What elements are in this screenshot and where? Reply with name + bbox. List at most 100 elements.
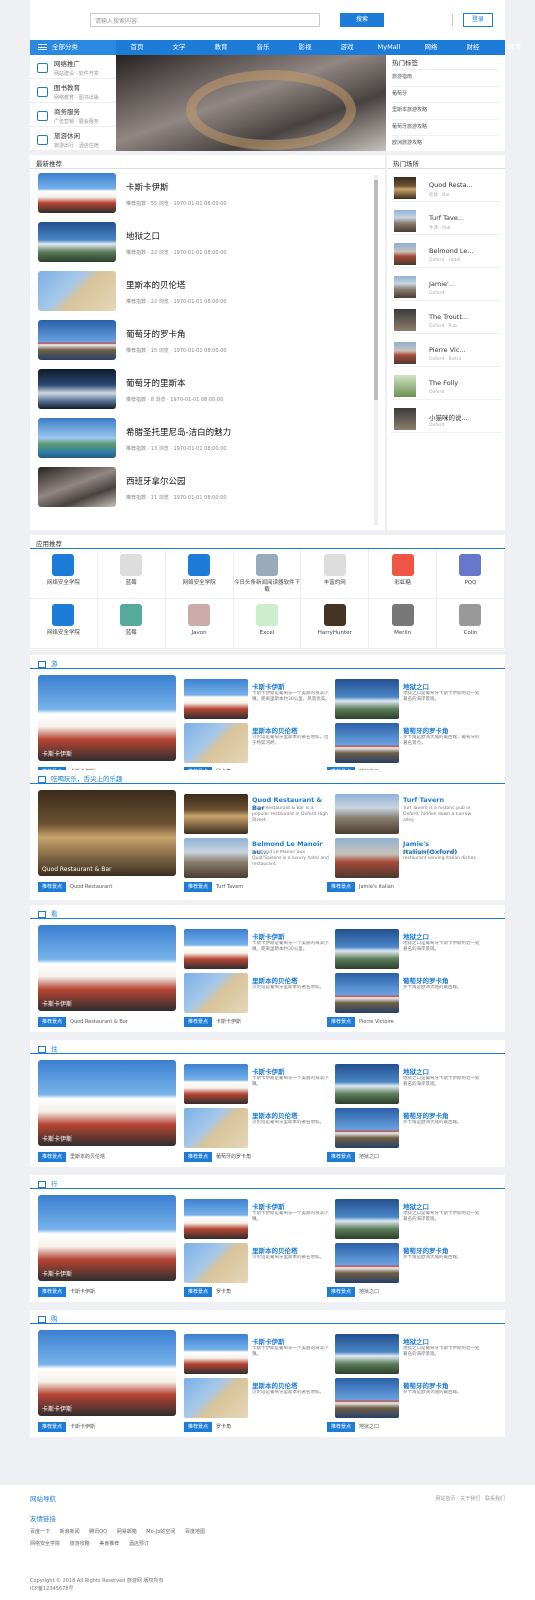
block-card[interactable]: 葡萄牙的罗卡角 罗卡角是欧洲大陆的最西端。 <box>335 1108 481 1148</box>
block-card[interactable]: 里斯本的贝伦塔 贝伦塔是葡萄牙里斯本的著名地标。 <box>184 1243 330 1283</box>
card-thumbnail[interactable] <box>335 838 399 878</box>
place-item[interactable]: Pierre Vic... Oxford · Bistro <box>391 334 501 367</box>
block-tag[interactable]: 推荐景点地狱之口 <box>327 1152 379 1162</box>
card-thumbnail[interactable] <box>184 723 248 763</box>
block-card[interactable]: 地狱之口 地狱之口是葡萄牙卡斯卡伊斯附近一处著名的海岸景观。 <box>335 1334 481 1374</box>
block-tag[interactable]: 推荐景点 Quod Restaurant <box>38 882 112 892</box>
block-tag[interactable]: 推荐景点 Turf Tavern <box>184 882 243 892</box>
hero-banner[interactable] <box>116 55 386 151</box>
nav-item[interactable]: 首页 <box>116 40 158 55</box>
block-card[interactable]: 里斯本的贝伦塔 贝伦塔是葡萄牙里斯本的著名地标。 <box>184 973 330 1013</box>
login-button[interactable]: 登录 <box>463 13 493 27</box>
tag-text[interactable]: 卡斯卡伊斯 <box>70 1424 95 1430</box>
news-title[interactable]: 卡斯卡伊斯 <box>126 181 169 193</box>
block-card[interactable]: 卡斯卡伊斯 卡斯卡伊斯是葡萄牙一个美丽的海滨小镇，距离里斯本约30公里，风景优美。 <box>184 679 330 719</box>
card-thumbnail[interactable] <box>335 1199 399 1239</box>
card-title[interactable]: 卡斯卡伊斯 <box>252 1201 285 1211</box>
block-tag[interactable]: 推荐景点地狱之口 <box>327 1422 379 1432</box>
block-card[interactable]: 葡萄牙的罗卡角 罗卡角是欧洲大陆的最西端，葡萄牙的著名景点。 <box>335 723 481 763</box>
news-thumbnail[interactable] <box>38 369 116 409</box>
app-tile[interactable]: Excel <box>233 599 302 649</box>
nav-item[interactable]: 音乐 <box>242 40 284 55</box>
card-title[interactable]: 葡萄牙的罗卡角 <box>403 1245 449 1255</box>
hot-tag-link[interactable]: 旅游指南 <box>392 70 499 87</box>
tag-text[interactable]: 葡萄牙的罗卡角 <box>216 1154 251 1160</box>
app-tile[interactable]: 网络安全学院 <box>30 599 98 649</box>
block-feature-image[interactable]: 卡斯卡伊斯 <box>38 675 176 761</box>
news-item[interactable]: 西班牙拿尔公园 推荐指数 · 11 浏览 · 1970-01-01 08:00:0… <box>38 463 385 512</box>
footer-link[interactable]: 网络安全学院 <box>30 1541 60 1547</box>
card-title[interactable]: 里斯本的贝伦塔 <box>252 975 298 985</box>
footer-link[interactable]: 腾讯QQ <box>89 1529 107 1535</box>
card-title[interactable]: 地狱之口 <box>403 1336 429 1346</box>
card-thumbnail[interactable] <box>335 723 399 763</box>
search-input[interactable]: 请输入搜索内容 <box>90 13 320 27</box>
nav-item[interactable]: 影视 <box>284 40 326 55</box>
card-title[interactable]: 地狱之口 <box>403 681 429 691</box>
news-item[interactable]: 地狱之口 推荐指数 · 22 浏览 · 1970-01-01 08:00:00 <box>38 218 385 267</box>
card-thumbnail[interactable] <box>184 973 248 1013</box>
block-card[interactable]: 地狱之口 地狱之口是葡萄牙卡斯卡伊斯附近一处著名的海岸景观。 <box>335 679 481 719</box>
footer-link[interactable]: 美食推荐 <box>99 1541 119 1547</box>
block-card[interactable]: 葡萄牙的罗卡角 罗卡角是欧洲大陆的最西端。 <box>335 973 481 1013</box>
nav-item[interactable]: 游戏 <box>326 40 368 55</box>
app-tile[interactable]: 网络安全学院 <box>30 549 98 599</box>
nav-item[interactable]: 文学 <box>158 40 200 55</box>
place-thumbnail[interactable] <box>394 243 416 265</box>
block-tag[interactable]: 推荐景点 里斯本的贝伦塔 <box>38 1152 105 1162</box>
block-tag[interactable]: 推荐景点 Quod Restaurant & Bar <box>38 1017 128 1027</box>
tag-text[interactable]: Pierre Victoire <box>359 1019 394 1025</box>
nav-item[interactable]: 网络 <box>410 40 452 55</box>
sidebar-item[interactable]: 旅游休闲 旅游出行 · 酒店住宿 <box>30 127 116 151</box>
block-card[interactable]: 里斯本的贝伦塔 贝伦塔是葡萄牙里斯本的著名地标。 <box>184 1108 330 1148</box>
card-title[interactable]: 地狱之口 <box>403 1066 429 1076</box>
block-tag[interactable]: 推荐景点 Jamie's Italian <box>327 882 394 892</box>
block-card[interactable]: 地狱之口 地狱之口是葡萄牙卡斯卡伊斯附近一处著名的海岸景观。 <box>335 1199 481 1239</box>
block-card[interactable]: 卡斯卡伊斯 卡斯卡伊斯是葡萄牙一个美丽的海滨小镇。 <box>184 1199 330 1239</box>
card-thumbnail[interactable] <box>184 1334 248 1374</box>
place-item[interactable]: Jamie'... Oxford <box>391 268 501 301</box>
block-card[interactable]: 葡萄牙的罗卡角 罗卡角是欧洲大陆的最西端。 <box>335 1378 481 1418</box>
block-tag[interactable]: 推荐景点卡斯卡伊斯 <box>38 1287 95 1297</box>
app-tile[interactable]: 今日头条新闻阅读器软件下载 <box>233 549 302 599</box>
news-title[interactable]: 葡萄牙的罗卡角 <box>126 328 186 340</box>
card-thumbnail[interactable] <box>184 838 248 878</box>
card-title[interactable]: 葡萄牙的罗卡角 <box>403 725 449 735</box>
app-tile[interactable]: 网络安全学院 <box>165 549 234 599</box>
block-tag[interactable]: 推荐景点卡斯卡伊斯 <box>184 1017 241 1027</box>
place-name[interactable]: The Folly <box>429 379 458 387</box>
block-card[interactable]: 卡斯卡伊斯 卡斯卡伊斯是葡萄牙一个美丽的海滨小镇，距离里斯本约30公里。 <box>184 929 330 969</box>
tag-text[interactable]: 地狱之口 <box>359 1154 379 1160</box>
app-tile[interactable]: 蓝莓 <box>97 549 166 599</box>
block-feature-image[interactable]: Quod Restaurant & Bar <box>38 790 176 876</box>
tag-text[interactable]: 地狱之口 <box>359 1424 379 1430</box>
app-tile[interactable]: Javon <box>165 599 234 649</box>
place-name[interactable]: 小猫咪的说... <box>429 412 468 422</box>
card-title[interactable]: 卡斯卡伊斯 <box>252 931 285 941</box>
footer-link[interactable]: 百度一下 <box>30 1529 50 1535</box>
block-tag[interactable]: 推荐景点罗卡角 <box>184 1422 231 1432</box>
hot-tag-link[interactable]: 里斯本旅游攻略 <box>392 103 499 120</box>
tag-text[interactable]: 罗卡角 <box>216 1289 231 1295</box>
news-title[interactable]: 葡萄牙的里斯本 <box>126 377 186 389</box>
sidebar-item[interactable]: 商务服务 广告营销 · 展会服务 <box>30 103 116 127</box>
footer-right-links[interactable]: 网站首页 · 关于我们 · 联系我们 <box>435 1495 505 1502</box>
place-name[interactable]: Pierre Vic... <box>429 346 466 354</box>
card-thumbnail[interactable] <box>335 973 399 1013</box>
news-item[interactable]: 里斯本的贝伦塔 推荐指数 · 22 浏览 · 1970-01-01 08:00:0… <box>38 267 385 316</box>
news-thumbnail[interactable] <box>38 418 116 458</box>
footer-link[interactable]: 旅游攻略 <box>70 1541 90 1547</box>
block-card[interactable]: Jamie's Italian(Oxford) Jamie's Italian i… <box>335 838 481 878</box>
block-tag[interactable]: 推荐景点 葡萄牙的罗卡角 <box>184 1152 251 1162</box>
card-thumbnail[interactable] <box>335 1378 399 1418</box>
place-item[interactable]: Turf Tave... 牛津 · Pub <box>391 202 501 235</box>
block-tag[interactable]: 推荐景点 Pierre Victoire <box>327 1017 394 1027</box>
feature-caption[interactable]: 卡斯卡伊斯 <box>42 1269 72 1278</box>
feature-caption[interactable]: 卡斯卡伊斯 <box>42 1404 72 1413</box>
card-thumbnail[interactable] <box>184 1199 248 1239</box>
news-item[interactable]: 卡斯卡伊斯 推荐指数 · 55 浏览 · 1970-01-01 08:00:00 <box>38 169 385 218</box>
block-feature-image[interactable]: 卡斯卡伊斯 <box>38 1195 176 1281</box>
app-tile[interactable]: 蓝莓 <box>97 599 166 649</box>
place-name[interactable]: Quod Resta... <box>429 181 473 189</box>
card-thumbnail[interactable] <box>335 794 399 834</box>
